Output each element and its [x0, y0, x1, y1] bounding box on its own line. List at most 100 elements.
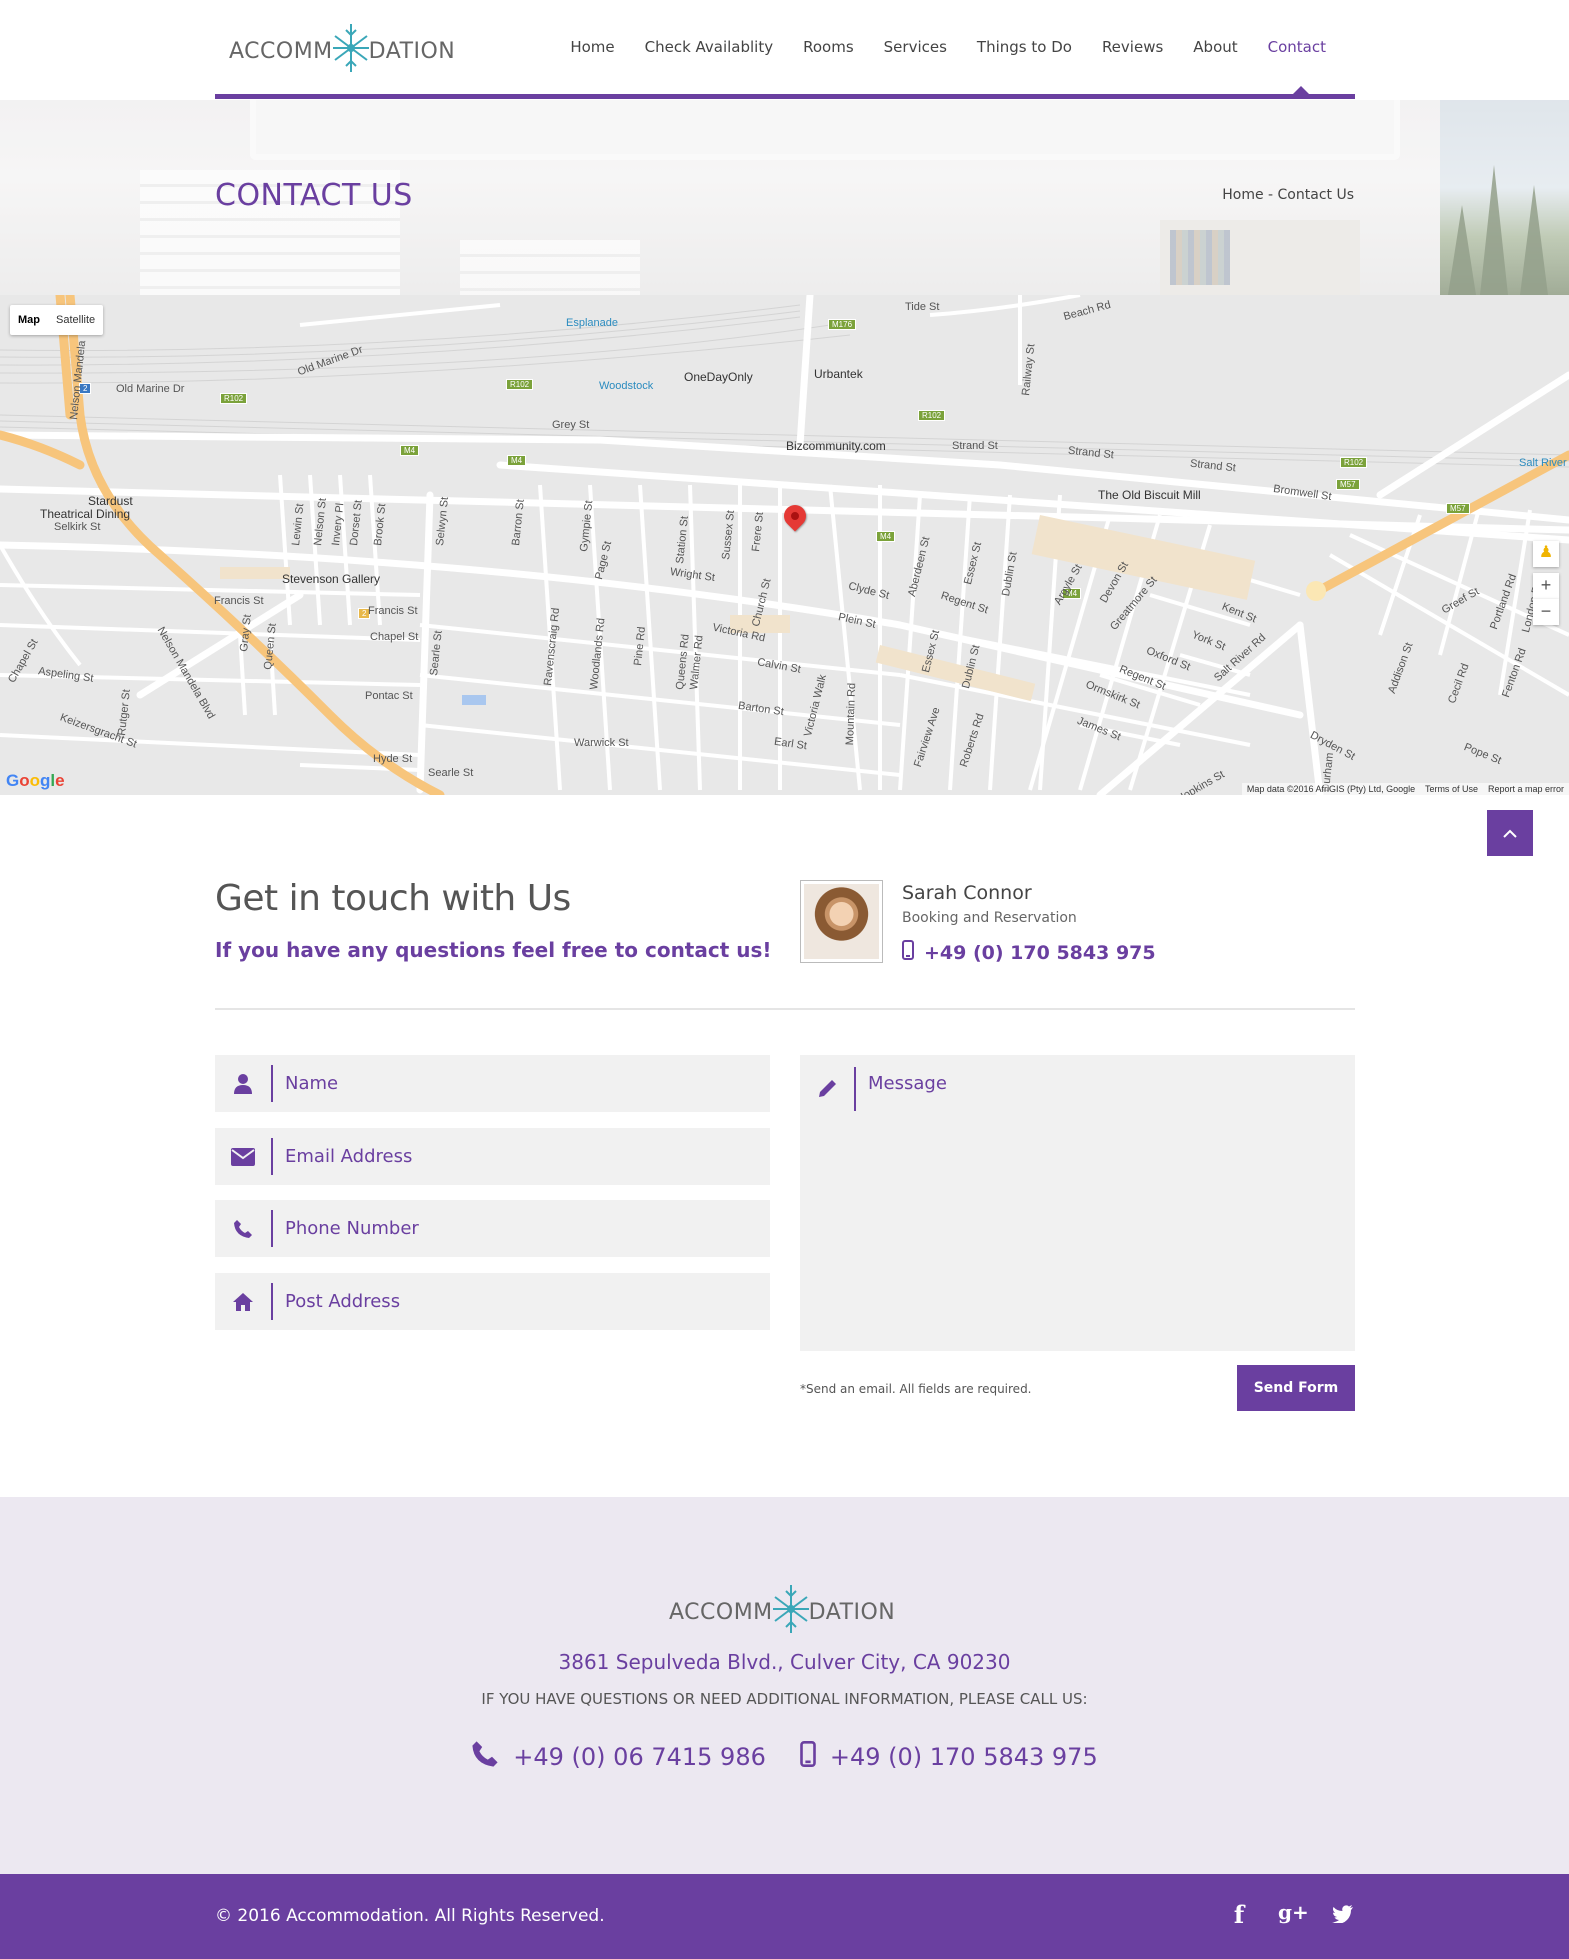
map-label: Searle St [428, 767, 474, 779]
footer-phone-2[interactable]: +49 (0) 170 5843 975 [800, 1740, 1098, 1774]
map-label: Stevenson Gallery [282, 572, 381, 586]
road-shield: M4 [507, 455, 527, 466]
google-map[interactable]: Map Satellite R102 R102 R102 R102 M4 M4 … [0, 295, 1569, 795]
footer-phone-2-number: +49 (0) 170 5843 975 [829, 1743, 1098, 1771]
zoom-in-button[interactable]: + [1533, 573, 1559, 599]
snowflake-icon [772, 1583, 809, 1641]
agent-phone-number: +49 (0) 170 5843 975 [924, 941, 1156, 964]
footer-phone-1[interactable]: +49 (0) 06 7415 986 [471, 1740, 766, 1774]
map-streets [0, 295, 1569, 795]
street-view-icon[interactable]: ♟ [1533, 541, 1559, 567]
footer-info: IF YOU HAVE QUESTIONS OR NEED ADDITIONAL… [481, 1690, 1088, 1708]
facebook-icon[interactable]: f [1228, 1900, 1250, 1929]
footer-phone-1-number: +49 (0) 06 7415 986 [513, 1743, 766, 1771]
map-label: Chapel St [370, 631, 419, 643]
footer-address: 3861 Sepulveda Blvd., Culver City, CA 90… [558, 1650, 1011, 1674]
logo-text-right: DATION [808, 1599, 896, 1625]
google-logo[interactable]: Google [6, 771, 65, 791]
send-form-button[interactable]: Send Form [1237, 1365, 1355, 1411]
site-logo[interactable]: ACCOMM DATION [229, 22, 455, 80]
footer-phones: +49 (0) 06 7415 986 +49 (0) 170 5843 975 [0, 1740, 1569, 1774]
map-label: Tide St [905, 301, 940, 313]
nav-home[interactable]: Home [570, 38, 614, 56]
agent-avatar [800, 880, 883, 963]
map-type-toggle: Map Satellite [10, 305, 104, 335]
breadcrumb[interactable]: Home - Contact Us [1222, 187, 1354, 203]
nav-contact[interactable]: Contact [1268, 38, 1326, 56]
map-label: OneDayOnly [684, 370, 753, 384]
mobile-phone-icon [902, 940, 914, 965]
road-shield: M4 [876, 531, 896, 542]
road-shield: R102 [220, 393, 248, 404]
form-note: *Send an email. All fields are required. [800, 1382, 1032, 1396]
map-label: Francis St [368, 605, 418, 617]
contact-heading: Get in touch with Us [215, 878, 571, 919]
message-field [800, 1055, 1355, 1351]
google-plus-icon[interactable]: g+ [1278, 1900, 1309, 1929]
map-type-map-button[interactable]: Map [10, 305, 48, 335]
message-input[interactable] [868, 1073, 1338, 1333]
map-terms-link[interactable]: Terms of Use [1425, 784, 1478, 794]
twitter-icon[interactable] [1332, 1900, 1354, 1929]
phone-input[interactable] [285, 1218, 745, 1239]
envelope-icon [215, 1138, 273, 1175]
map-label: Theatrical Dining [40, 507, 131, 521]
nav-check-availability[interactable]: Check Availablity [645, 38, 774, 56]
site-header: ACCOMM DATION Home Check Availablity Roo… [0, 0, 1569, 100]
map-report-link[interactable]: Report a map error [1488, 784, 1564, 794]
road-shield: R102 [1340, 457, 1368, 468]
section-divider [215, 1008, 1355, 1010]
agent-phone[interactable]: +49 (0) 170 5843 975 [902, 940, 1156, 965]
name-input[interactable] [285, 1073, 745, 1094]
road-shield: R102 [506, 379, 534, 390]
map-label: Hyde St [373, 753, 413, 765]
road-shield: M57 [1336, 479, 1360, 490]
chevron-up-icon [1502, 822, 1518, 844]
map-label: Bizcommunity.com [786, 439, 886, 453]
nav-about[interactable]: About [1193, 38, 1237, 56]
map-label: Francis St [214, 595, 264, 607]
contact-subheading: If you have any questions feel free to c… [215, 938, 772, 962]
pencil-icon [800, 1067, 856, 1111]
user-icon [215, 1065, 273, 1102]
back-to-top-button[interactable] [1487, 810, 1533, 856]
snowflake-icon [332, 22, 369, 80]
map-label: Selkirk St [54, 521, 101, 533]
map-attribution: Map data ©2016 AfriGIS (Pty) Ltd, Google… [1241, 783, 1569, 795]
nav-underline-bar [215, 94, 1355, 99]
email-input[interactable] [285, 1146, 745, 1167]
map-credit-text: Map data ©2016 AfriGIS (Pty) Ltd, Google [1246, 784, 1416, 794]
map-label: Woodstock [599, 380, 654, 392]
map-label: Mountain Rd [844, 682, 859, 746]
site-footer: ACCOMM DATION 3861 Sepulveda Blvd., Culv… [0, 1497, 1569, 1874]
address-input[interactable] [285, 1291, 745, 1312]
road-shield: R102 [918, 410, 946, 421]
email-field [215, 1128, 770, 1185]
name-field [215, 1055, 770, 1112]
copyright: © 2016 Accommodation. All Rights Reserve… [215, 1906, 605, 1926]
zoom-out-button[interactable]: − [1533, 599, 1559, 625]
footer-bottom-bar: © 2016 Accommodation. All Rights Reserve… [0, 1874, 1569, 1959]
nav-things-to-do[interactable]: Things to Do [977, 38, 1072, 56]
road-shield: M176 [828, 319, 857, 330]
phone-icon [471, 1740, 499, 1774]
map-label: Stardust [88, 494, 133, 508]
logo-text-left: ACCOMM [229, 38, 333, 64]
address-field [215, 1273, 770, 1330]
footer-logo[interactable]: ACCOMM DATION [669, 1583, 895, 1641]
nav-rooms[interactable]: Rooms [803, 38, 854, 56]
home-icon [215, 1283, 273, 1320]
map-type-satellite-button[interactable]: Satellite [48, 305, 103, 335]
map-label: Pontac St [365, 690, 413, 702]
phone-icon [215, 1210, 273, 1247]
map-label: Salt River [1519, 457, 1567, 469]
map-label: Urbantek [814, 367, 863, 381]
nav-reviews[interactable]: Reviews [1102, 38, 1163, 56]
map-label: Esplanade [566, 317, 618, 329]
logo-text-left: ACCOMM [669, 1599, 773, 1625]
map-label: Warwick St [574, 737, 629, 749]
nav-services[interactable]: Services [884, 38, 947, 56]
agent-role: Booking and Reservation [902, 910, 1077, 926]
map-label: The Old Biscuit Mill [1098, 488, 1201, 502]
main-nav: Home Check Availablity Rooms Services Th… [540, 38, 1326, 56]
